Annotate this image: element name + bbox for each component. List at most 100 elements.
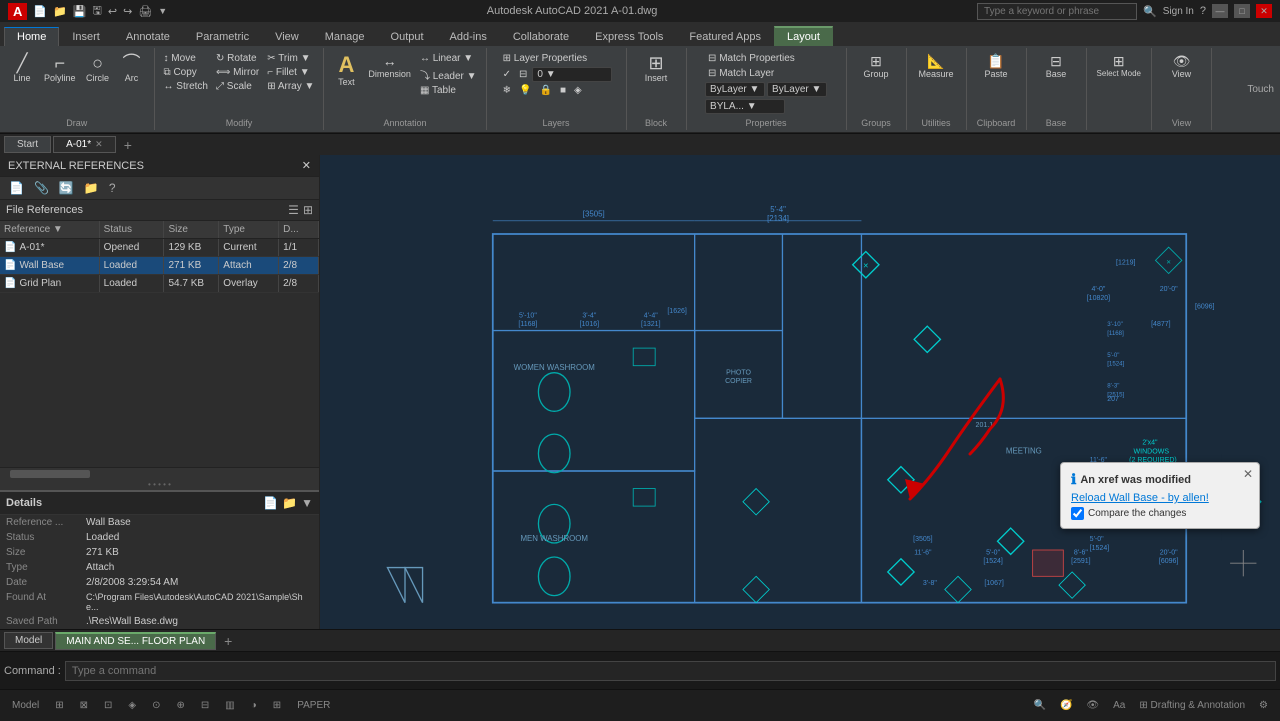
tab-output[interactable]: Output — [378, 27, 437, 46]
status-grid-btn[interactable]: ⊞ — [51, 698, 67, 713]
panel-refresh-btn[interactable]: 🔄 — [56, 180, 77, 196]
status-otrack-btn[interactable]: ⊕ — [173, 698, 189, 713]
help-icon[interactable]: ? — [1200, 5, 1206, 17]
match-layer-button[interactable]: ⊟ Match Layer — [705, 67, 777, 80]
isolate-button[interactable]: ◈ — [571, 84, 585, 97]
panel-resize-handle[interactable]: • • • • • — [0, 479, 319, 490]
insert-button[interactable]: ⊞Insert — [640, 52, 672, 85]
arc-button[interactable]: ⌒Arc — [116, 52, 148, 85]
layer-off-button[interactable]: 💡 — [516, 84, 534, 97]
status-polar-btn[interactable]: ◈ — [124, 698, 140, 713]
mirror-button[interactable]: ⟺ Mirror — [213, 66, 262, 79]
panel-help-btn[interactable]: ? — [106, 180, 119, 196]
status-nav-btn[interactable]: 🧭 — [1056, 698, 1076, 713]
tab-collaborate[interactable]: Collaborate — [500, 27, 582, 46]
match-properties-button[interactable]: ⊟ — [516, 68, 530, 81]
status-view-btn[interactable]: 👁 — [1082, 698, 1103, 713]
status-anno-btn[interactable]: Aa — [1109, 698, 1129, 713]
canvas-area[interactable]: [3505] 5'-4" [2134] [1626] 5'-10" 3'-4" … — [320, 155, 1280, 629]
status-snap-btn[interactable]: ⊠ — [76, 698, 92, 713]
col-reference[interactable]: Reference ▼ — [0, 221, 100, 238]
notification-reload-link[interactable]: Reload Wall Base - by allen! — [1071, 492, 1249, 504]
quick-access-open[interactable]: 📁 — [53, 5, 67, 18]
quick-access-save[interactable]: 💾 — [73, 5, 87, 18]
details-collapse[interactable]: ▼ — [301, 496, 313, 510]
bylayer3-dropdown[interactable]: BYLA... ▼ — [705, 99, 785, 114]
tab-view[interactable]: View — [262, 27, 312, 46]
col-d[interactable]: D... — [279, 221, 319, 238]
panel-new-btn[interactable]: 📄 — [6, 180, 27, 196]
scale-button[interactable]: ⤢ Scale — [213, 80, 262, 93]
tab-start[interactable]: Start — [4, 136, 51, 153]
col-type[interactable]: Type — [219, 221, 279, 238]
layer-properties-button[interactable]: ⊞ Layer Properties — [500, 52, 591, 65]
col-status[interactable]: Status — [100, 221, 165, 238]
status-zoom-btn[interactable]: 🔍 — [1030, 698, 1050, 713]
ref-row-a01[interactable]: 📄 A-01* Opened 129 KB Current 1/1 — [0, 239, 319, 257]
ref-row-gridplan[interactable]: 📄 Grid Plan Loaded 54.7 KB Overlay 2/8 — [0, 275, 319, 293]
polyline-button[interactable]: ⌐Polyline — [40, 52, 80, 85]
leader-button[interactable]: ⤵ Leader ▼ — [417, 66, 480, 83]
new-layout-button[interactable]: + — [218, 631, 238, 651]
panel-folder-btn[interactable]: 📁 — [81, 180, 102, 196]
view-button[interactable]: 👁View — [1166, 52, 1198, 81]
quick-access-customize[interactable]: ▼ — [158, 6, 167, 16]
tab-layout[interactable]: Layout — [774, 26, 833, 46]
status-osnap-btn[interactable]: ⊙ — [148, 698, 164, 713]
panel-attach-btn[interactable]: 📎 — [31, 180, 52, 196]
select-mode-button[interactable]: ⊞Select Mode — [1093, 52, 1145, 80]
table-button[interactable]: ▦ Table — [417, 84, 480, 97]
move-button[interactable]: ↕ Move — [161, 52, 211, 65]
tab-parametric[interactable]: Parametric — [183, 27, 262, 46]
layer-lock-button[interactable]: 🔒 — [536, 84, 554, 97]
touch-label[interactable]: Touch — [1247, 84, 1274, 95]
text-button[interactable]: AText — [330, 52, 362, 89]
tab-addins[interactable]: Add-ins — [437, 27, 500, 46]
match-properties-ribbon-button[interactable]: ⊟ Match Properties — [705, 52, 798, 65]
quick-access-saveas[interactable]: 🖫 — [93, 2, 102, 21]
layout-tab-floorplan[interactable]: MAIN AND SE... FLOOR PLAN — [55, 632, 216, 650]
close-btn[interactable]: ✕ — [1256, 4, 1272, 18]
bylayer2-dropdown[interactable]: ByLayer ▼ — [767, 82, 827, 97]
dimension-button[interactable]: ↔Dimension — [364, 52, 415, 81]
copy-button[interactable]: ⧉ Copy — [161, 66, 211, 79]
quick-access-undo[interactable]: ↩ — [108, 5, 117, 18]
stretch-button[interactable]: ↔ Stretch — [161, 80, 211, 93]
status-paper-btn[interactable]: PAPER — [293, 698, 334, 713]
details-icon-2[interactable]: 📁 — [282, 496, 297, 510]
notification-close-btn[interactable]: ✕ — [1243, 467, 1253, 481]
layer-dropdown[interactable]: 0 ▼ — [532, 67, 612, 82]
circle-button[interactable]: ○Circle — [82, 52, 114, 85]
measure-button[interactable]: 📐Measure — [915, 52, 958, 81]
tab-manage[interactable]: Manage — [312, 27, 378, 46]
status-trans-btn[interactable]: ◑ — [247, 698, 261, 713]
status-ws-btn[interactable]: ⊞ Drafting & Annotation — [1135, 698, 1249, 713]
array-button[interactable]: ⊞ Array ▼ — [264, 80, 317, 93]
tab-a01[interactable]: A-01* ✕ — [53, 136, 116, 153]
tab-annotate[interactable]: Annotate — [113, 27, 183, 46]
file-refs-tree-icon[interactable]: ⊞ — [303, 203, 313, 217]
details-icon-1[interactable]: 📄 — [263, 496, 278, 510]
status-sel-btn[interactable]: ⊞ — [269, 698, 285, 713]
tab-featured[interactable]: Featured Apps — [676, 27, 774, 46]
signin-label[interactable]: Sign In — [1163, 6, 1194, 17]
rotate-button[interactable]: ↻ Rotate — [213, 52, 262, 65]
quick-access-new[interactable]: 📄 — [33, 5, 47, 18]
command-input[interactable] — [65, 661, 1276, 681]
tab-insert[interactable]: Insert — [59, 27, 113, 46]
tab-a01-close[interactable]: ✕ — [95, 139, 103, 150]
hscroll-thumb[interactable] — [10, 470, 90, 478]
status-model-btn[interactable]: Model — [8, 698, 43, 713]
linear-button[interactable]: ↔ Linear ▼ — [417, 52, 480, 65]
trim-button[interactable]: ✂ Trim ▼ — [264, 52, 317, 65]
search-icon[interactable]: 🔍 — [1143, 5, 1157, 18]
fillet-button[interactable]: ⌐ Fillet ▼ — [264, 66, 317, 79]
quick-access-print[interactable]: 🖨 — [138, 5, 152, 18]
panel-hscroll[interactable] — [0, 467, 319, 479]
status-settings-btn[interactable]: ⚙ — [1255, 698, 1272, 713]
status-lw-btn[interactable]: ▥ — [221, 698, 238, 713]
quick-access-redo[interactable]: ↪ — [123, 5, 132, 18]
layer-freeze-button[interactable]: ❄ — [500, 84, 514, 97]
new-tab-button[interactable]: + — [118, 135, 138, 155]
layout-tab-model[interactable]: Model — [4, 632, 53, 649]
